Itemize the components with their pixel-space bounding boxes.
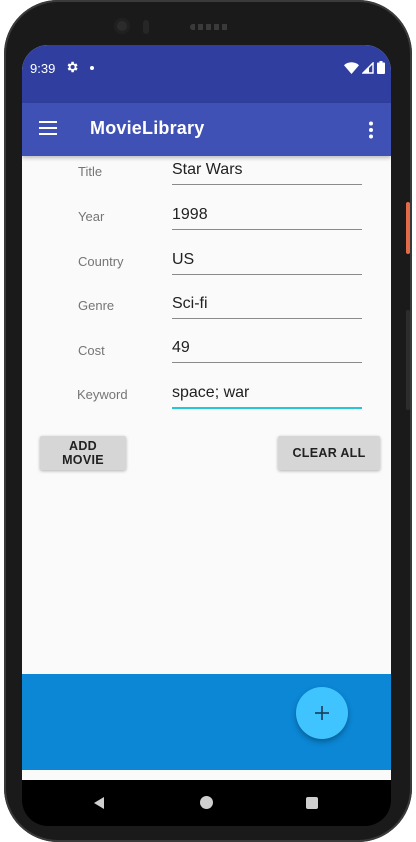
system-navigation-bar xyxy=(22,780,391,826)
app-title: MovieLibrary xyxy=(90,118,205,138)
power-button xyxy=(406,202,410,254)
proximity-sensor xyxy=(143,20,149,34)
volume-button xyxy=(406,310,410,410)
recent-apps-icon[interactable] xyxy=(306,797,318,809)
front-camera xyxy=(114,18,130,34)
wifi-icon xyxy=(344,61,359,74)
form-row-cost: Cost xyxy=(22,336,391,376)
battery-icon xyxy=(377,61,385,74)
form-row-genre: Genre xyxy=(22,291,391,331)
add-icon xyxy=(315,706,329,720)
home-icon[interactable] xyxy=(200,796,213,809)
cost-input[interactable] xyxy=(172,336,362,363)
form-row-title: Title xyxy=(22,158,391,198)
form-row-keyword: Keyword xyxy=(22,380,391,420)
menu-icon[interactable] xyxy=(39,121,57,135)
country-input[interactable] xyxy=(172,248,362,275)
cost-label: Cost xyxy=(78,343,105,358)
keyword-input[interactable] xyxy=(172,381,362,409)
form-row-year: Year xyxy=(22,202,391,242)
genre-input[interactable] xyxy=(172,292,362,319)
genre-label: Genre xyxy=(78,298,115,313)
status-time: 9:39 xyxy=(30,61,56,76)
add-fab-button[interactable] xyxy=(296,687,348,739)
year-input[interactable] xyxy=(172,203,362,230)
status-bar: 9:39 xyxy=(22,45,391,103)
more-vert-icon[interactable] xyxy=(368,121,374,139)
add-movie-button[interactable]: ADD MOVIE xyxy=(40,436,126,470)
keyword-label: Keyword xyxy=(77,387,128,402)
status-icons xyxy=(344,61,385,74)
back-icon[interactable] xyxy=(92,796,106,810)
notification-dot xyxy=(90,66,94,70)
app-screen: 9:39 MovieLibrary Title Star Wars Year 1… xyxy=(22,45,391,780)
screen-bottom-strip xyxy=(22,770,391,780)
title-label: Title xyxy=(78,164,103,179)
gear-icon xyxy=(67,61,78,73)
signal-icon xyxy=(362,61,374,74)
country-label: Country xyxy=(78,254,124,269)
year-label: Year xyxy=(78,209,105,224)
earpiece-speaker xyxy=(190,24,230,30)
clear-all-button[interactable]: CLEAR ALL xyxy=(278,436,380,470)
title-input[interactable] xyxy=(172,158,362,185)
app-toolbar: MovieLibrary xyxy=(22,103,391,156)
form-row-country: Country xyxy=(22,247,391,287)
